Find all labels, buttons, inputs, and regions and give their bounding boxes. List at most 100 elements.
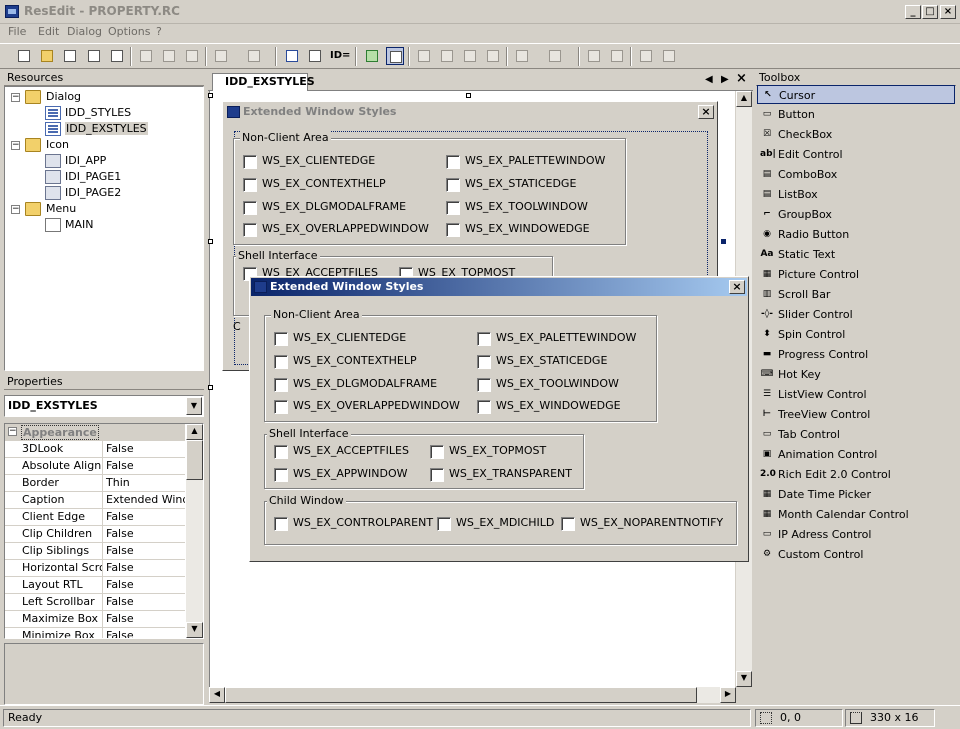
toolbox-item-button[interactable]: ▭ Button [757, 105, 955, 124]
property-value[interactable]: Thin [103, 475, 185, 491]
scroll-down-button[interactable]: ▼ [736, 671, 752, 687]
space-evenly-icon[interactable] [546, 47, 564, 65]
toolbox-item-listview-control[interactable]: ☰ ListView Control [757, 385, 955, 404]
tab-next-icon[interactable]: ▶ [721, 74, 729, 85]
test-dialog-icon[interactable] [363, 47, 381, 65]
property-value[interactable]: False [103, 611, 185, 627]
close-button[interactable]: × [940, 5, 956, 19]
menu-file[interactable]: File [8, 25, 26, 38]
align-top-icon[interactable] [461, 47, 479, 65]
toolbox-item-checkbox[interactable]: ☒ CheckBox [757, 125, 955, 144]
collapse-toggle-appearance[interactable]: − [8, 427, 17, 436]
chk-appwindow[interactable]: WS_EX_APPWINDOW [274, 466, 408, 482]
tree-item-idd-exstyles[interactable]: IDD_EXSTYLES [45, 121, 148, 137]
toolbox-item-slider-control[interactable]: -◊- Slider Control [757, 305, 955, 324]
toolbox-item-scroll-bar[interactable]: ▥ Scroll Bar [757, 285, 955, 304]
toolbox-item-progress-control[interactable]: ▬ Progress Control [757, 345, 955, 364]
chk-toolwindow[interactable]: WS_EX_TOOLWINDOW [477, 376, 619, 392]
scroll-left-button[interactable]: ◀ [209, 687, 225, 703]
tree-item-idi-page2[interactable]: IDI_PAGE2 [45, 185, 121, 201]
grid-toggle-icon[interactable] [386, 47, 404, 65]
editor-hscrollbar[interactable]: ◀ ▶ [209, 687, 736, 703]
property-row[interactable]: Layout RTL False [5, 577, 185, 594]
tree-item-dialog[interactable]: Dialog [25, 89, 81, 105]
groupbox-child[interactable]: Child Window WS_EX_CONTROLPARENT WS_EX_M… [264, 494, 737, 545]
property-value[interactable]: False [103, 543, 185, 559]
toolbox-item-listbox[interactable]: ▤ ListBox [757, 185, 955, 204]
tab-idd-exstyles[interactable]: IDD_EXSTYLES [212, 73, 315, 91]
property-row[interactable]: Maximize Box False [5, 611, 185, 628]
toolbox-item-cursor[interactable]: ↖ Cursor [757, 85, 955, 104]
chk-palettewindow[interactable]: WS_EX_PALETTEWINDOW [477, 330, 636, 346]
property-value[interactable]: False [103, 526, 185, 542]
collapse-toggle-icon[interactable]: − [11, 141, 20, 150]
chk-palettewindow[interactable]: WS_EX_PALETTEWINDOW [446, 153, 605, 169]
toolbox-item-edit-control[interactable]: ab| Edit Control [757, 145, 955, 164]
chk-controlparent[interactable]: WS_EX_CONTROLPARENT [274, 515, 433, 531]
toolbox-item-groupbox[interactable]: ⌐ GroupBox [757, 205, 955, 224]
chk-dlgmodalframe[interactable]: WS_EX_DLGMODALFRAME [243, 199, 406, 215]
chk-staticedge[interactable]: WS_EX_STATICEDGE [477, 353, 607, 369]
scroll-down-button[interactable]: ▼ [186, 622, 203, 638]
chk-windowedge[interactable]: WS_EX_WINDOWEDGE [477, 398, 621, 414]
properties-icon[interactable] [283, 47, 301, 65]
toolbox-item-picture-control[interactable]: ▦ Picture Control [757, 265, 955, 284]
toolbox-item-rich-edit-2-0-control[interactable]: 2.0 Rich Edit 2.0 Control [757, 465, 955, 484]
toolbox-item-treeview-control[interactable]: ⊢ TreeView Control [757, 405, 955, 424]
center-icon[interactable] [513, 47, 531, 65]
toolbox-item-static-text[interactable]: Aa Static Text [757, 245, 955, 264]
resource-tree[interactable]: − Dialog IDD_STYLES IDD_EXSTYLES − Icon … [4, 86, 204, 371]
toolbox-item-ip-adress-control[interactable]: ▭ IP Adress Control [757, 525, 955, 544]
undo-icon[interactable] [212, 47, 230, 65]
chk-clientedge[interactable]: WS_EX_CLIENTEDGE [243, 153, 375, 169]
chevron-down-icon[interactable]: ▼ [186, 397, 202, 415]
chk-staticedge[interactable]: WS_EX_STATICEDGE [446, 176, 576, 192]
redo-icon[interactable] [245, 47, 263, 65]
scroll-right-button[interactable]: ▶ [720, 687, 736, 703]
toolbox-item-month-calendar-control[interactable]: ▦ Month Calendar Control [757, 505, 955, 524]
property-row[interactable]: Absolute Align False [5, 458, 185, 475]
id-label[interactable]: ID= [330, 50, 350, 61]
property-row[interactable]: Left Scrollbar False [5, 594, 185, 611]
tab-prev-icon[interactable]: ◀ [705, 74, 713, 85]
dialog-preview[interactable]: Extended Window Styles × Non-Client Area… [249, 276, 749, 562]
property-row[interactable]: Clip Siblings False [5, 543, 185, 560]
resize-handle[interactable] [466, 93, 471, 98]
property-value[interactable]: False [103, 441, 185, 457]
menu-edit[interactable]: Edit [38, 25, 59, 38]
rc-file-icon[interactable] [61, 47, 79, 65]
property-row[interactable]: Client Edge False [5, 509, 185, 526]
object-selector[interactable]: IDD_EXSTYLES ▼ [4, 395, 204, 417]
resize-handle[interactable] [208, 239, 213, 244]
tree-item-icon[interactable]: Icon [25, 137, 69, 153]
cut-icon[interactable] [137, 47, 155, 65]
toolbox-item-combobox[interactable]: ▤ ComboBox [757, 165, 955, 184]
chk-clientedge[interactable]: WS_EX_CLIENTEDGE [274, 330, 406, 346]
chk-mdichild[interactable]: WS_EX_MDICHILD [437, 515, 554, 531]
resize-handle[interactable] [721, 239, 726, 244]
collapse-toggle-dialog[interactable]: − [11, 93, 20, 102]
property-value[interactable]: False [103, 458, 185, 474]
tab-order-icon[interactable] [306, 47, 324, 65]
property-value[interactable]: False [103, 628, 185, 638]
property-value[interactable]: False [103, 594, 185, 610]
scroll-thumb[interactable] [186, 440, 203, 480]
chk-overlappedwindow[interactable]: WS_EX_OVERLAPPEDWINDOW [243, 221, 429, 237]
chk-contexthelp[interactable]: WS_EX_CONTEXTHELP [274, 353, 417, 369]
menu-options[interactable]: Options [108, 25, 150, 38]
chk-toolwindow[interactable]: WS_EX_TOOLWINDOW [446, 199, 588, 215]
close-tab-icon[interactable]: × [736, 71, 747, 86]
tree-item-menu[interactable]: Menu [25, 201, 76, 217]
groupbox-nonclient[interactable]: Non-Client Area WS_EX_CLIENTEDGE WS_EX_C… [264, 308, 657, 422]
menu-help[interactable]: ? [156, 25, 162, 38]
c-header-icon[interactable] [85, 47, 103, 65]
property-row[interactable]: CaptionExtended Windo [5, 492, 185, 509]
tree-item-idi-app[interactable]: IDI_APP [45, 153, 106, 169]
category-row[interactable]: − Appearance [5, 424, 185, 441]
property-value[interactable]: False [103, 577, 185, 593]
collapse-toggle-menu[interactable]: − [11, 205, 20, 214]
groupbox-nonclient[interactable]: Non-Client Area WS_EX_CLIENTEDGE WS_EX_C… [233, 131, 626, 245]
same-width-icon[interactable] [585, 47, 603, 65]
tree-item-main[interactable]: MAIN [45, 217, 94, 233]
toolbox-item-radio-button[interactable]: ◉ Radio Button [757, 225, 955, 244]
